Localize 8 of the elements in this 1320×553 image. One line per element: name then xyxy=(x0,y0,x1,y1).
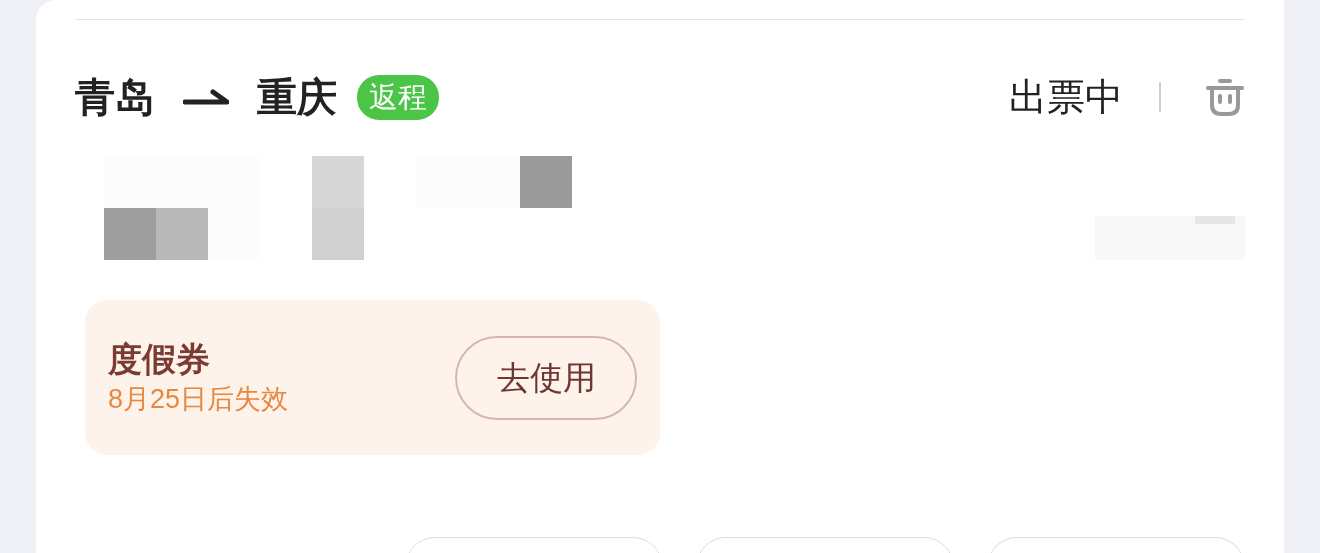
return-trip-badge: 返程 xyxy=(357,74,439,120)
trash-icon[interactable] xyxy=(1205,77,1245,117)
ticket-status: 出票中 xyxy=(1009,78,1123,116)
coupon-expiry: 8月25日后失效 xyxy=(108,386,289,413)
use-coupon-button[interactable]: 去使用 xyxy=(455,335,637,420)
arrival-city: 重庆 xyxy=(257,77,337,117)
coupon-title: 度假券 xyxy=(108,342,211,376)
departure-city: 青岛 xyxy=(75,77,155,117)
